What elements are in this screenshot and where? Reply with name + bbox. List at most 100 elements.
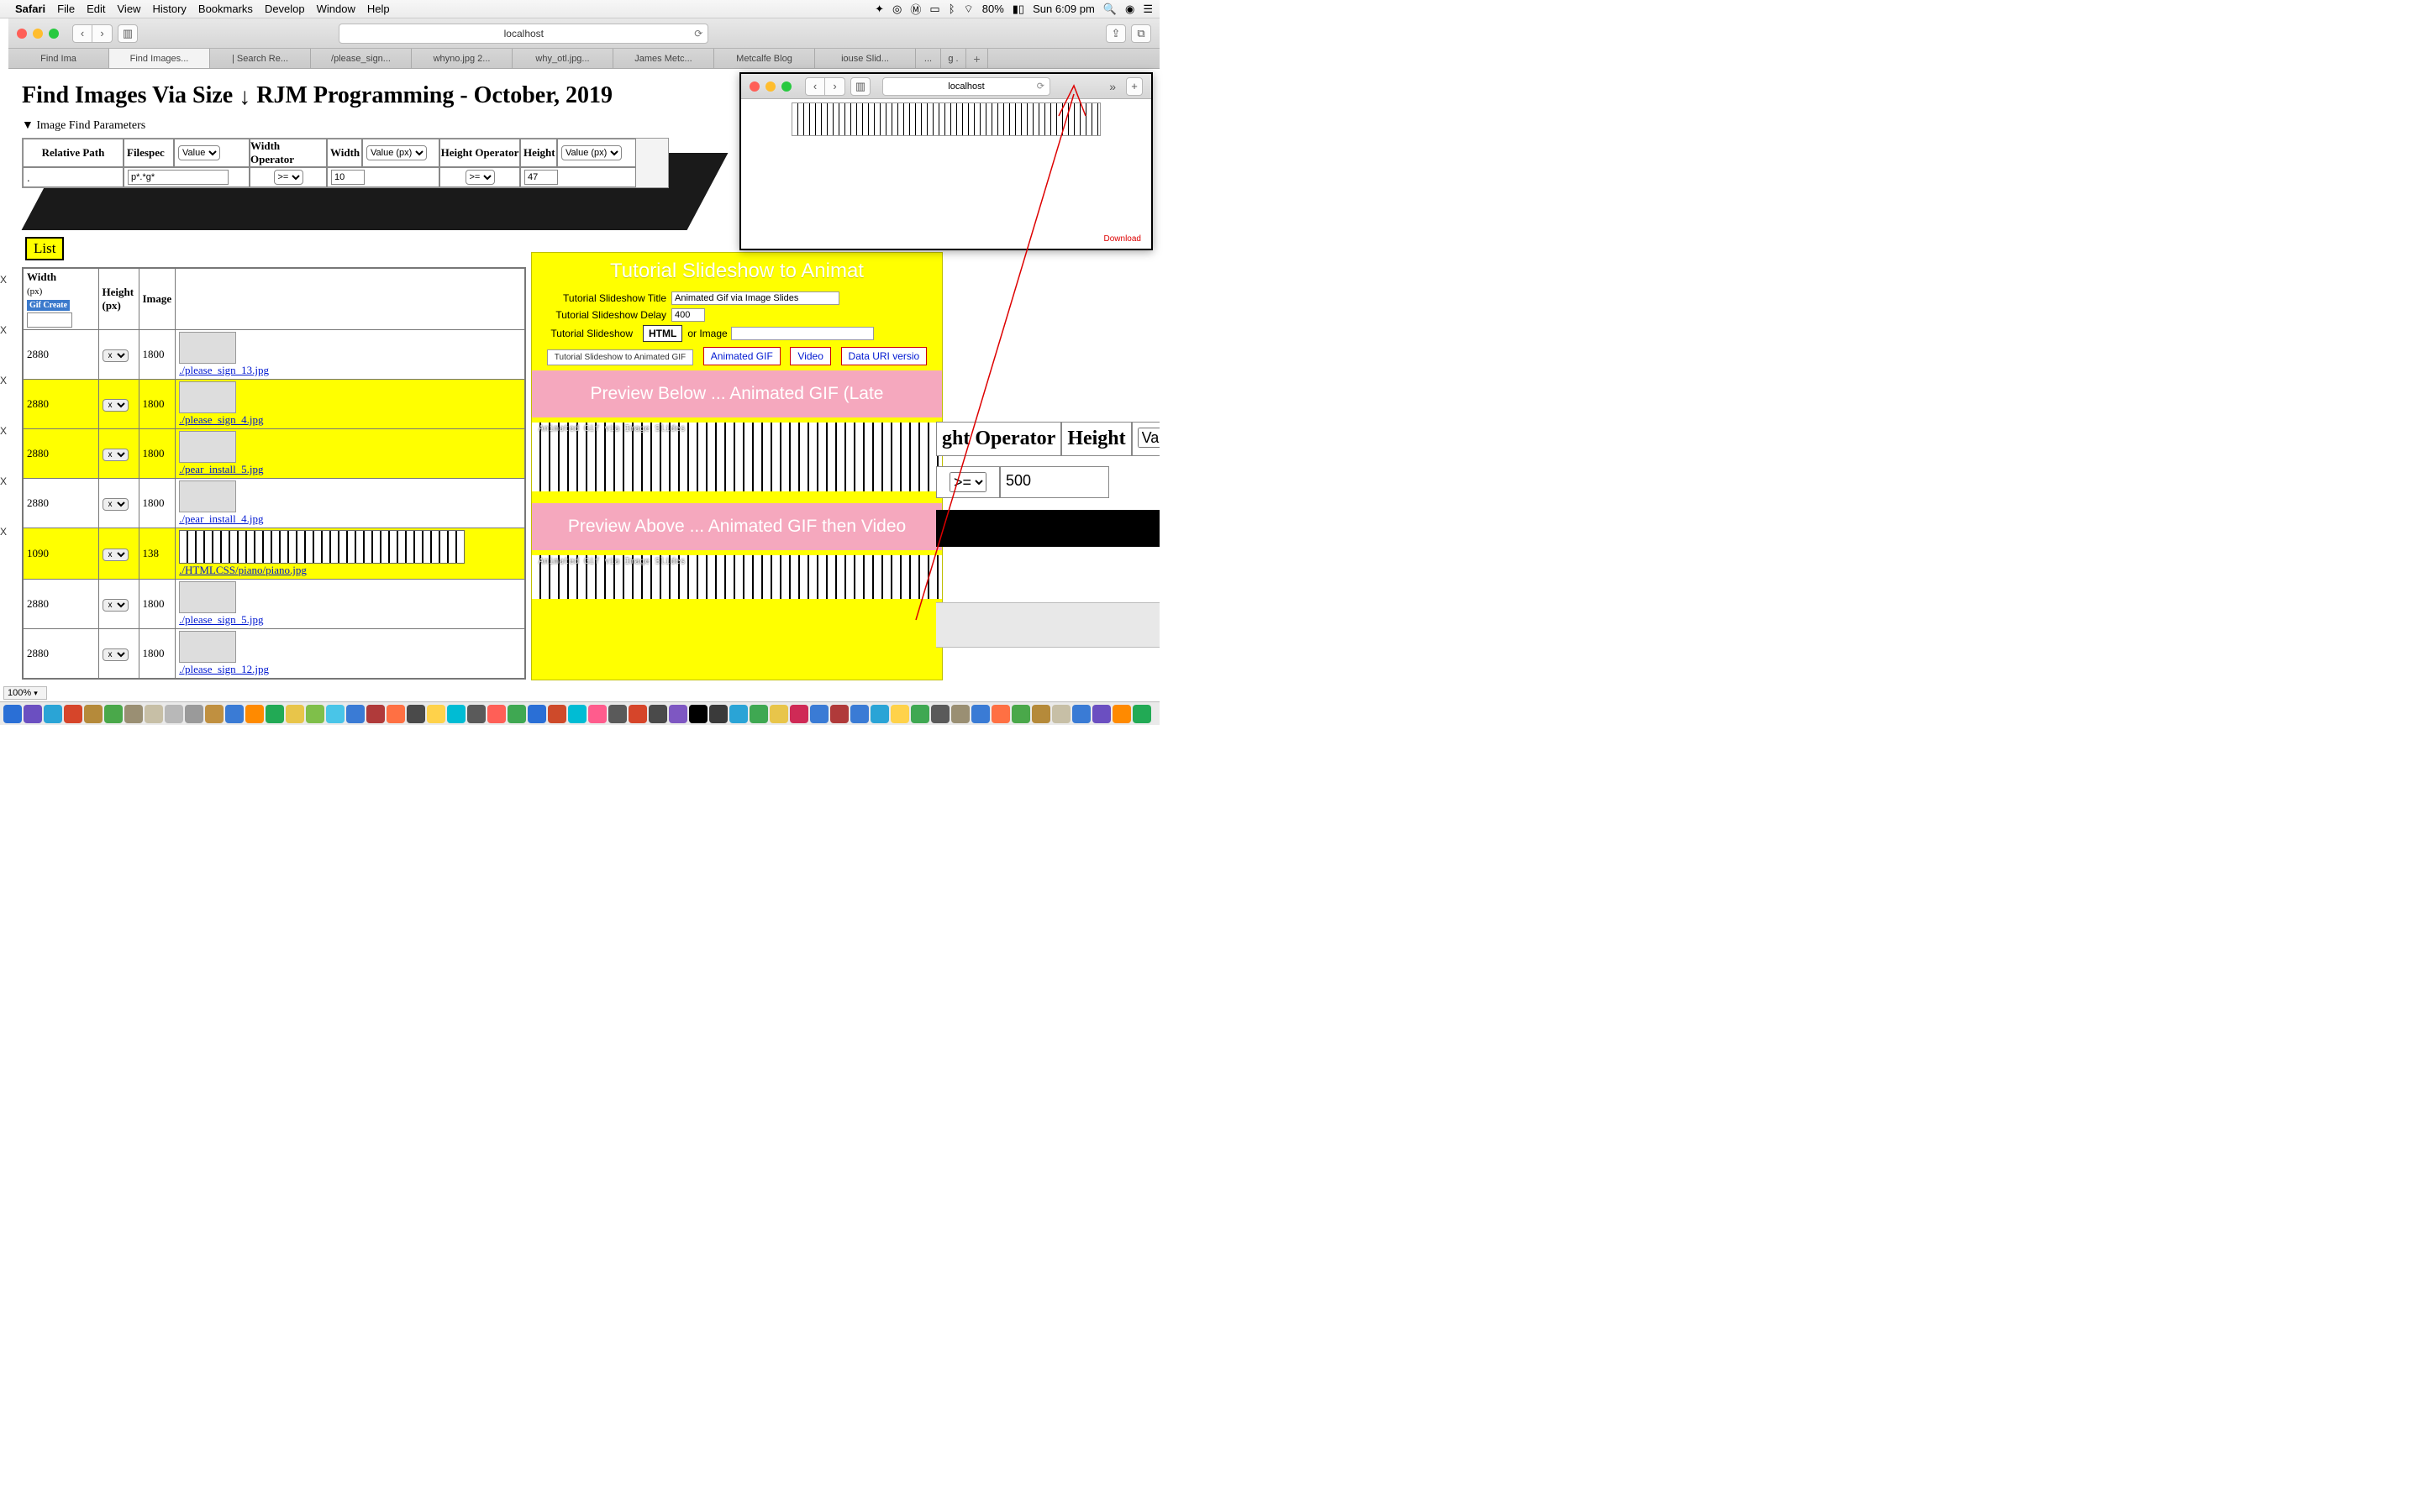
dock-app-icon[interactable]	[467, 705, 486, 723]
dock-app-icon[interactable]	[205, 705, 224, 723]
dock-app-icon[interactable]	[447, 705, 466, 723]
dock-app-icon[interactable]	[3, 705, 22, 723]
dock-app-icon[interactable]	[750, 705, 768, 723]
dock-app-icon[interactable]	[487, 705, 506, 723]
dock-app-icon[interactable]	[992, 705, 1010, 723]
dock-app-icon[interactable]	[165, 705, 183, 723]
width-input[interactable]	[331, 170, 365, 185]
status-icon[interactable]: Ⓜ	[910, 1, 921, 17]
video-button[interactable]: Video	[790, 347, 830, 365]
filespec-input[interactable]	[128, 170, 229, 185]
to-animgif-button[interactable]: Tutorial Slideshow to Animated GIF	[547, 349, 693, 365]
dock-app-icon[interactable]	[245, 705, 264, 723]
dock-app-icon[interactable]	[931, 705, 950, 723]
dock-app-icon[interactable]	[24, 705, 42, 723]
menu-history[interactable]: History	[152, 3, 186, 15]
dock-app-icon[interactable]	[64, 705, 82, 723]
menu-help[interactable]: Help	[367, 3, 390, 15]
menu-bookmarks[interactable]: Bookmarks	[198, 3, 253, 15]
slide-title-input[interactable]	[671, 291, 839, 305]
dock-app-icon[interactable]	[548, 705, 566, 723]
dock-app-icon[interactable]	[346, 705, 365, 723]
width-select[interactable]: Value (px)	[366, 145, 427, 160]
x-select[interactable]: x	[103, 549, 129, 561]
dock-app-icon[interactable]	[588, 705, 607, 723]
download-label[interactable]: Download	[1104, 234, 1141, 244]
x-select[interactable]: x	[103, 399, 129, 412]
dock-app-icon[interactable]	[810, 705, 829, 723]
dock-app-icon[interactable]	[629, 705, 647, 723]
dock-app-icon[interactable]	[649, 705, 667, 723]
dock-app-icon[interactable]	[568, 705, 587, 723]
dock-app-icon[interactable]	[729, 705, 748, 723]
mode-image-input[interactable]	[731, 327, 874, 340]
minimize-window-icon[interactable]	[33, 29, 43, 39]
tabs-overflow-icon[interactable]: »	[1109, 80, 1121, 93]
dock-app-icon[interactable]	[528, 705, 546, 723]
dock-app-icon[interactable]	[104, 705, 123, 723]
sidebar-button[interactable]: ▥	[850, 77, 871, 96]
menu-icon[interactable]: ☰	[1143, 3, 1153, 16]
menu-view[interactable]: View	[118, 3, 141, 15]
dock-app-icon[interactable]	[1072, 705, 1091, 723]
bluetooth-icon[interactable]: ᛒ	[949, 3, 955, 15]
dock-app-icon[interactable]	[326, 705, 345, 723]
bg-valu-select[interactable]: Valu	[1138, 428, 1160, 448]
dock-app-icon[interactable]	[871, 705, 889, 723]
dock-app-icon[interactable]	[971, 705, 990, 723]
dock-app-icon[interactable]	[1052, 705, 1071, 723]
x-select[interactable]: x	[103, 449, 129, 461]
dock-app-icon[interactable]	[689, 705, 708, 723]
bg-op-select[interactable]: >=	[950, 472, 986, 492]
dock-app-icon[interactable]	[44, 705, 62, 723]
dock-app-icon[interactable]	[709, 705, 728, 723]
dock-app-icon[interactable]	[1032, 705, 1050, 723]
x-select[interactable]: x	[103, 648, 129, 661]
dock-app-icon[interactable]	[790, 705, 808, 723]
battery-icon[interactable]: ▮▯	[1013, 3, 1024, 16]
status-icon[interactable]: ◎	[892, 3, 902, 16]
dock-app-icon[interactable]	[1092, 705, 1111, 723]
dock-app-icon[interactable]	[951, 705, 970, 723]
back-button[interactable]: ‹	[805, 77, 825, 96]
tab[interactable]: Find Ima	[8, 49, 109, 68]
minimize-window-icon[interactable]	[765, 81, 776, 92]
dock-app-icon[interactable]	[891, 705, 909, 723]
tab[interactable]: James Metc...	[613, 49, 714, 68]
tab[interactable]: | Search Re...	[210, 49, 311, 68]
clock[interactable]: Sun 6:09 pm	[1033, 3, 1095, 15]
dock-app-icon[interactable]	[830, 705, 849, 723]
app-name[interactable]: Safari	[15, 3, 45, 15]
tab[interactable]: Metcalfe Blog	[714, 49, 815, 68]
status-icon[interactable]: ✦	[875, 3, 884, 16]
dock-app-icon[interactable]	[84, 705, 103, 723]
dock-app-icon[interactable]	[407, 705, 425, 723]
new-tab-button[interactable]: +	[966, 49, 988, 68]
tab[interactable]: whyno.jpg 2...	[412, 49, 513, 68]
dock-app-icon[interactable]	[508, 705, 526, 723]
dock-app-icon[interactable]	[608, 705, 627, 723]
image-link[interactable]: ./HTMLCSS/piano/piano.jpg	[179, 564, 307, 576]
image-link[interactable]: ./pear_install_4.jpg	[179, 512, 263, 525]
x-select[interactable]: x	[103, 349, 129, 362]
address-bar[interactable]: localhost ⟳	[339, 24, 708, 44]
dock-app-icon[interactable]	[427, 705, 445, 723]
tab[interactable]: g .	[941, 49, 966, 68]
height-input[interactable]	[524, 170, 558, 185]
dock-app-icon[interactable]	[225, 705, 244, 723]
image-link[interactable]: ./please_sign_4.jpg	[179, 413, 263, 426]
dock-app-icon[interactable]	[770, 705, 788, 723]
datauri-button[interactable]: Data URI versio	[841, 347, 928, 365]
menu-window[interactable]: Window	[317, 3, 355, 15]
tab[interactable]: /please_sign...	[311, 49, 412, 68]
menu-edit[interactable]: Edit	[87, 3, 105, 15]
list-button[interactable]: List	[25, 237, 64, 260]
tab[interactable]: ...	[916, 49, 941, 68]
tab[interactable]: why_otl.jpg...	[513, 49, 613, 68]
dock-app-icon[interactable]	[286, 705, 304, 723]
heightop-select[interactable]: >=	[466, 170, 495, 185]
new-tab-button[interactable]: +	[1126, 77, 1143, 96]
menu-file[interactable]: File	[57, 3, 75, 15]
x-select[interactable]: x	[103, 599, 129, 612]
filespec-select[interactable]: Value	[178, 145, 220, 160]
